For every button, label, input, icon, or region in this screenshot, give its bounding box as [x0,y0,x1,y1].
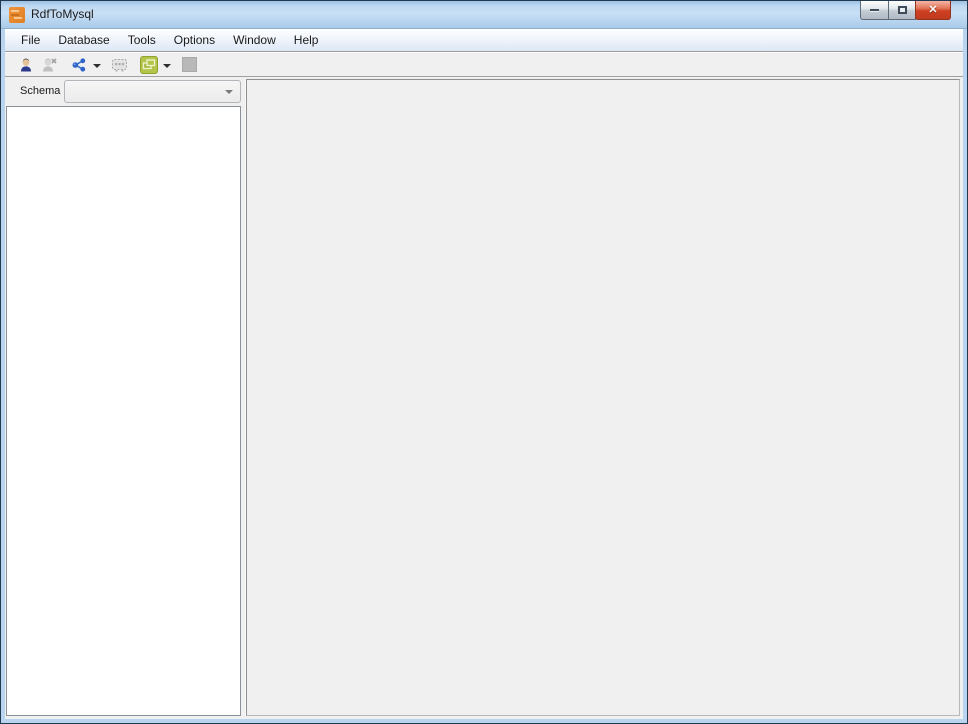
share-nodes-icon [71,57,87,73]
user-icon [18,57,34,73]
table-icon [111,57,128,73]
minimize-button[interactable] [860,1,889,20]
chevron-down-icon [225,90,233,94]
menu-window[interactable]: Window [224,30,285,51]
toolbar-button-share[interactable] [68,54,89,75]
toolbar-button-user[interactable] [15,54,36,75]
toolbar [5,52,963,77]
minimize-icon [870,8,879,12]
app-icon [9,6,25,23]
maximize-button[interactable] [888,1,916,20]
square-icon [182,57,197,72]
toolbar-button-copy-window[interactable] [138,54,159,75]
schema-row: Schema [5,77,245,105]
menu-help[interactable]: Help [285,30,328,51]
menu-database[interactable]: Database [49,30,118,51]
user-disconnect-icon [41,57,58,73]
window-controls: ✕ [860,1,951,20]
window-title: RdfToMysql [31,6,94,21]
maximize-icon [897,6,907,14]
titlebar[interactable]: RdfToMysql ✕ [1,1,967,29]
workspace: Schema [5,77,963,719]
schema-tree[interactable] [6,106,241,716]
app-window: RdfToMysql ✕ File Database Tools Options… [0,0,968,724]
toolbar-button-square [179,54,200,75]
client-area: File Database Tools Options Window Help [5,29,963,719]
chevron-down-icon[interactable] [93,63,101,68]
menu-options[interactable]: Options [165,30,224,51]
menubar: File Database Tools Options Window Help [5,29,963,52]
main-panel [246,79,960,716]
copy-window-icon [139,55,158,74]
schema-label: Schema [20,85,61,97]
toolbar-button-user-disconnect [39,54,60,75]
toolbar-button-table [109,54,130,75]
menu-tools[interactable]: Tools [119,30,165,51]
schema-combobox[interactable] [64,80,241,103]
close-icon: ✕ [928,3,938,16]
chevron-down-icon[interactable] [163,63,171,68]
close-button[interactable]: ✕ [915,1,951,20]
menu-file[interactable]: File [12,30,49,51]
